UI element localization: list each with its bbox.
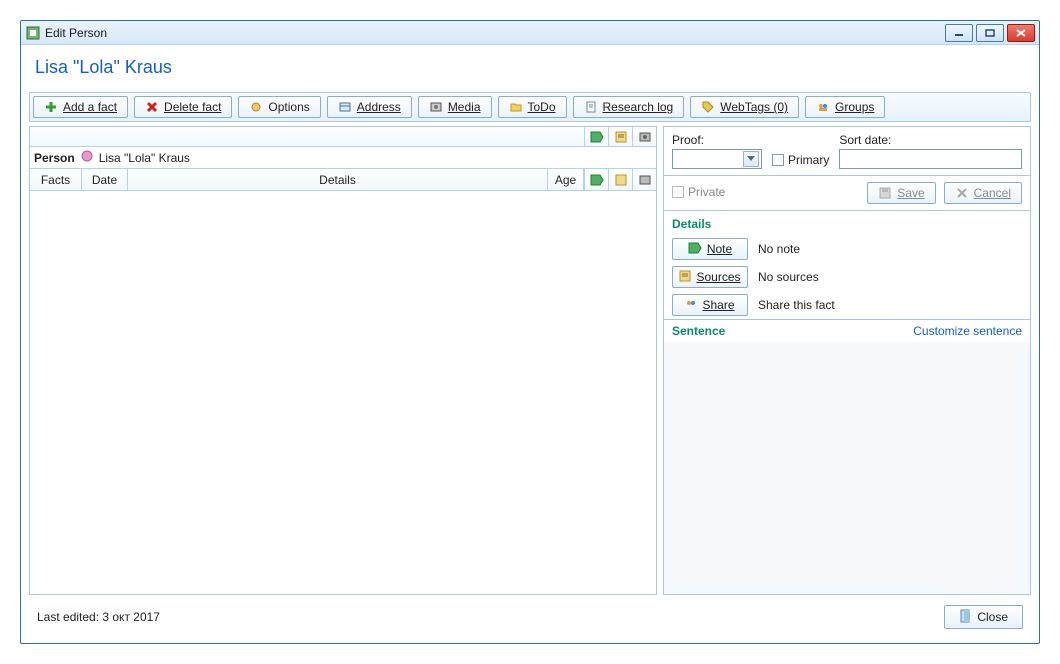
address-icon — [338, 100, 352, 114]
col-note-icon[interactable] — [584, 169, 608, 190]
webtags-button[interactable]: WebTags (0) — [690, 96, 799, 118]
close-window-button[interactable] — [1007, 24, 1035, 42]
close-button[interactable]: Close — [944, 605, 1023, 629]
private-checkbox[interactable]: Private — [672, 185, 725, 199]
disk-icon — [878, 186, 892, 200]
chevron-down-icon — [743, 151, 759, 167]
note-text: No note — [758, 242, 800, 256]
tag-icon — [701, 100, 715, 114]
share-icon — [685, 298, 697, 313]
sortdate-input[interactable] — [839, 149, 1022, 169]
delete-fact-button[interactable]: Delete fact — [134, 96, 232, 118]
plus-icon — [44, 100, 58, 114]
facts-panel: Person Lisa "Lola" Kraus Facts Date Deta… — [29, 126, 657, 595]
detail-panel: Proof: Primary Sort date: Private Save — [663, 126, 1031, 595]
log-icon — [584, 100, 598, 114]
facts-body — [30, 191, 656, 594]
note-column-icon[interactable] — [584, 127, 608, 146]
customize-sentence-link[interactable]: Customize sentence — [913, 324, 1022, 338]
sources-icon — [679, 270, 691, 285]
x-icon — [955, 186, 969, 200]
window-title: Edit Person — [45, 26, 945, 40]
app-icon — [25, 25, 41, 41]
add-fact-button[interactable]: Add a fact — [33, 96, 128, 118]
col-media-icon[interactable] — [632, 169, 656, 190]
col-age[interactable]: Age — [548, 169, 584, 190]
person-name-heading: Lisa "Lola" Kraus — [29, 51, 1031, 88]
person-row-name: Lisa "Lola" Kraus — [99, 151, 190, 165]
folder-icon — [509, 100, 523, 114]
minimize-button[interactable] — [945, 24, 973, 42]
share-text: Share this fact — [758, 298, 835, 312]
door-icon — [959, 609, 971, 626]
primary-checkbox[interactable]: Primary — [772, 153, 829, 167]
groups-button[interactable]: Groups — [805, 96, 885, 118]
last-edited-text: Last edited: 3 окт 2017 — [37, 610, 944, 624]
x-icon — [145, 100, 159, 114]
edit-person-window: Edit Person Lisa "Lola" Kraus Add a fact… — [20, 20, 1040, 644]
footer: Last edited: 3 окт 2017 Close — [29, 599, 1031, 635]
person-gender-icon — [81, 150, 93, 165]
note-button[interactable]: Note — [672, 238, 748, 260]
source-column-icon[interactable] — [608, 127, 632, 146]
sources-text: No sources — [758, 270, 819, 284]
col-details[interactable]: Details — [128, 169, 548, 190]
media-column-icon[interactable] — [632, 127, 656, 146]
sortdate-label: Sort date: — [839, 133, 1022, 147]
col-date[interactable]: Date — [82, 169, 128, 190]
proof-label: Proof: — [672, 133, 762, 147]
titlebar: Edit Person — [21, 21, 1039, 45]
sentence-body — [664, 342, 1030, 594]
sentence-heading: Sentence — [672, 324, 913, 338]
person-row-label: Person — [34, 151, 75, 165]
col-facts[interactable]: Facts — [30, 169, 82, 190]
col-source-icon[interactable] — [608, 169, 632, 190]
media-button[interactable]: Media — [418, 96, 492, 118]
facts-columns: Facts Date Details Age — [30, 169, 656, 191]
todo-button[interactable]: ToDo — [498, 96, 567, 118]
person-row[interactable]: Person Lisa "Lola" Kraus — [30, 147, 656, 169]
hand-icon — [249, 100, 263, 114]
save-button[interactable]: Save — [867, 182, 935, 204]
sources-button[interactable]: Sources — [672, 266, 748, 288]
toolbar: Add a fact Delete fact Options Address M… — [29, 92, 1031, 122]
maximize-button[interactable] — [976, 24, 1004, 42]
details-heading: Details — [664, 211, 1030, 235]
groups-icon — [816, 100, 830, 114]
research-log-button[interactable]: Research log — [573, 96, 685, 118]
note-icon — [688, 242, 702, 257]
share-button[interactable]: Share — [672, 294, 748, 316]
cancel-button[interactable]: Cancel — [944, 182, 1022, 204]
proof-dropdown[interactable] — [672, 149, 762, 169]
options-button[interactable]: Options — [238, 96, 320, 118]
address-button[interactable]: Address — [327, 96, 412, 118]
media-icon — [429, 100, 443, 114]
